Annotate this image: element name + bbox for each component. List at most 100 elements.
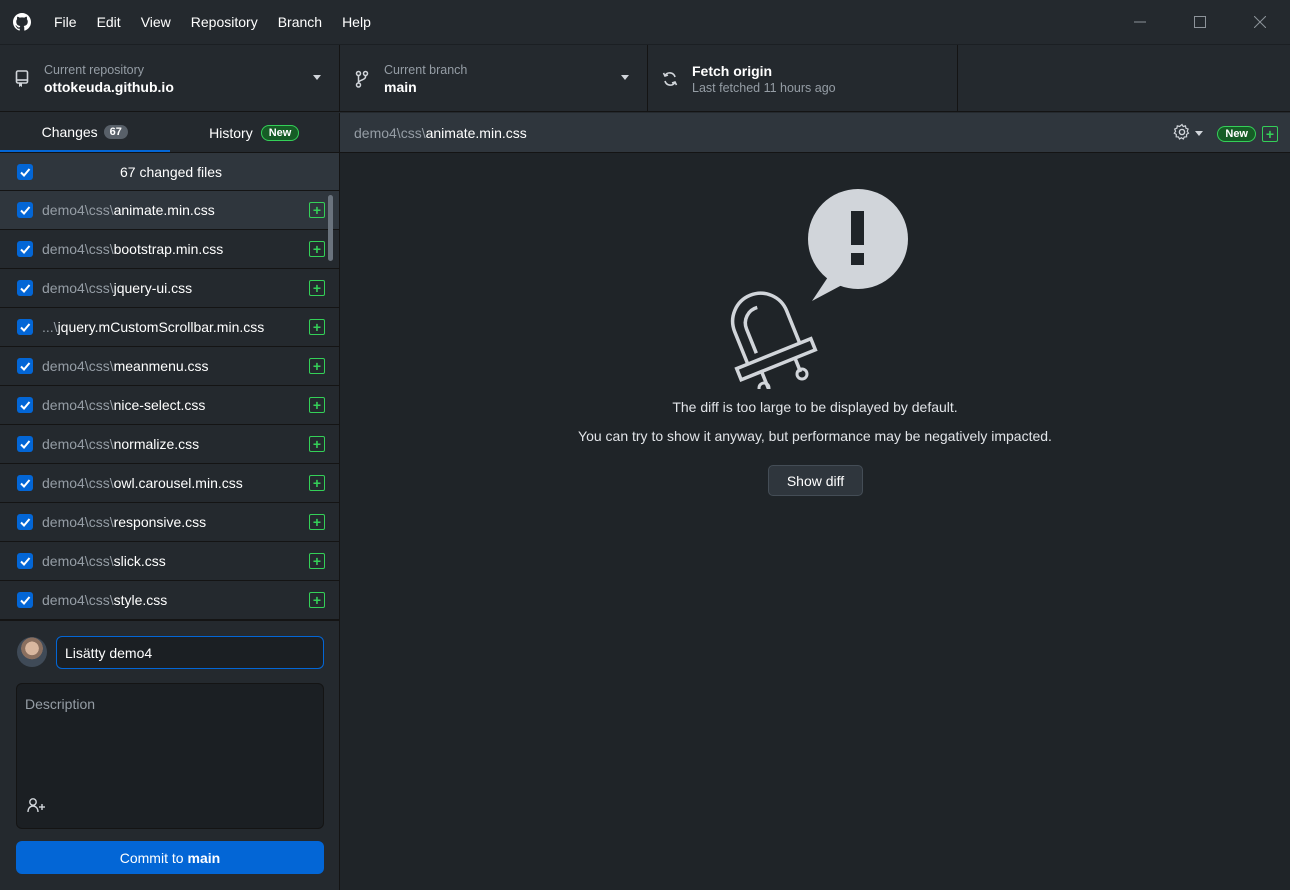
- select-all-row: 67 changed files: [0, 153, 339, 191]
- fetch-origin-button[interactable]: Fetch origin Last fetched 11 hours ago: [648, 45, 958, 112]
- file-row[interactable]: ...\jquery.mCustomScrollbar.min.css +: [0, 308, 339, 347]
- added-file-icon: +: [309, 475, 325, 491]
- checkmark-icon: [20, 167, 31, 177]
- window-controls: [1110, 0, 1290, 44]
- commit-button-branch: main: [187, 849, 221, 866]
- file-dir: ...\: [42, 319, 58, 335]
- file-row[interactable]: demo4\css\slick.css +: [0, 542, 339, 581]
- file-path: demo4\css\normalize.css: [42, 436, 302, 452]
- file-name: meanmenu.css: [113, 358, 209, 374]
- file-list-scrollbar[interactable]: [328, 195, 333, 261]
- file-row[interactable]: demo4\css\owl.carousel.min.css +: [0, 464, 339, 503]
- sidebar-tabs: Changes 67 History New: [0, 113, 339, 153]
- chevron-down-icon: [621, 75, 629, 80]
- sync-icon: [648, 70, 692, 88]
- file-row[interactable]: demo4\css\responsive.css +: [0, 503, 339, 542]
- file-name: animate.min.css: [113, 202, 215, 218]
- menu-file[interactable]: File: [44, 0, 87, 44]
- commit-summary-input[interactable]: [56, 636, 324, 669]
- repo-icon: [0, 69, 44, 88]
- menu-repository[interactable]: Repository: [181, 0, 268, 44]
- file-row[interactable]: demo4\css\meanmenu.css +: [0, 347, 339, 386]
- file-checkbox[interactable]: [17, 397, 33, 413]
- file-name: jquery-ui.css: [113, 280, 193, 296]
- branch-sublabel: Current branch: [384, 62, 468, 77]
- commit-button[interactable]: Commit to main: [16, 841, 324, 874]
- file-name: style.css: [113, 592, 168, 608]
- avatar: [17, 637, 47, 667]
- gear-icon[interactable]: [1173, 123, 1191, 144]
- maximize-button[interactable]: [1170, 0, 1230, 44]
- commit-description-field[interactable]: Description: [16, 683, 324, 829]
- diff-header: demo4\css\animate.min.css New +: [340, 113, 1290, 153]
- checkmark-icon: [20, 362, 31, 371]
- file-dir: demo4\css\: [42, 592, 114, 608]
- fetch-label: Fetch origin: [692, 62, 773, 79]
- file-checkbox[interactable]: [17, 319, 33, 335]
- add-coauthor-icon[interactable]: [27, 797, 47, 816]
- file-dir: demo4\css\: [42, 358, 114, 374]
- file-dir: demo4\css\: [42, 475, 114, 491]
- history-new-badge: New: [260, 124, 300, 141]
- branch-icon: [340, 70, 384, 88]
- file-checkbox[interactable]: [17, 592, 33, 608]
- file-path: demo4\css\responsive.css: [42, 514, 302, 530]
- file-row[interactable]: demo4\css\nice-select.css +: [0, 386, 339, 425]
- chevron-down-icon[interactable]: [1195, 131, 1204, 136]
- menu-view[interactable]: View: [131, 0, 181, 44]
- added-file-icon: +: [309, 280, 325, 296]
- file-row[interactable]: demo4\css\jquery-ui.css +: [0, 269, 339, 308]
- show-diff-button[interactable]: Show diff: [768, 465, 863, 496]
- file-checkbox[interactable]: [17, 202, 33, 218]
- file-row[interactable]: demo4\css\animate.min.css +: [0, 191, 339, 230]
- file-checkbox[interactable]: [17, 280, 33, 296]
- select-all-checkbox[interactable]: [17, 163, 33, 180]
- added-file-icon: +: [309, 241, 325, 257]
- menu-branch[interactable]: Branch: [268, 0, 332, 44]
- diff-too-large-message: The diff is too large to be displayed by…: [672, 399, 958, 415]
- checkmark-icon: [20, 323, 31, 332]
- file-row[interactable]: demo4\css\style.css +: [0, 581, 339, 620]
- added-file-icon: +: [309, 592, 325, 608]
- file-dir: demo4\css\: [42, 436, 114, 452]
- chevron-down-icon: [313, 75, 321, 80]
- file-checkbox[interactable]: [17, 241, 33, 257]
- file-row[interactable]: demo4\css\bootstrap.min.css +: [0, 230, 339, 269]
- added-file-icon: +: [309, 514, 325, 530]
- added-file-icon: +: [309, 202, 325, 218]
- repo-sublabel: Current repository: [44, 62, 145, 77]
- repo-name: ottokeuda.github.io: [44, 78, 174, 95]
- tab-history[interactable]: History New: [170, 113, 340, 152]
- minimize-button[interactable]: [1110, 0, 1170, 44]
- file-path: demo4\css\jquery-ui.css: [42, 280, 302, 296]
- commit-form: Description Commit tomain: [0, 620, 339, 890]
- file-path: demo4\css\slick.css: [42, 553, 302, 569]
- file-row[interactable]: demo4\css\normalize.css +: [0, 425, 339, 464]
- added-file-icon: +: [309, 553, 325, 569]
- file-name: nice-select.css: [113, 397, 206, 413]
- menu-edit[interactable]: Edit: [87, 0, 131, 44]
- file-checkbox[interactable]: [17, 475, 33, 491]
- file-name: jquery.mCustomScrollbar.min.css: [57, 319, 265, 335]
- tab-changes[interactable]: Changes 67: [0, 113, 170, 152]
- checkmark-icon: [20, 284, 31, 293]
- minimize-icon: [1134, 21, 1146, 23]
- menu-help[interactable]: Help: [332, 0, 381, 44]
- file-checkbox[interactable]: [17, 553, 33, 569]
- current-branch-button[interactable]: Current branch main: [340, 45, 648, 112]
- file-dir: demo4\css\: [42, 241, 114, 257]
- added-file-icon: +: [309, 319, 325, 335]
- checkmark-icon: [20, 440, 31, 449]
- maximize-icon: [1194, 16, 1206, 28]
- file-checkbox[interactable]: [17, 514, 33, 530]
- file-checkbox[interactable]: [17, 358, 33, 374]
- description-placeholder: Description: [25, 696, 96, 712]
- changed-files-count: 67 changed files: [120, 163, 222, 180]
- file-path: demo4\css\animate.min.css: [42, 202, 302, 218]
- current-repository-button[interactable]: Current repository ottokeuda.github.io: [0, 45, 340, 112]
- file-dir: demo4\css\: [42, 553, 114, 569]
- file-path: demo4\css\meanmenu.css: [42, 358, 302, 374]
- close-button[interactable]: [1230, 0, 1290, 44]
- file-checkbox[interactable]: [17, 436, 33, 452]
- tab-changes-label: Changes: [41, 123, 98, 140]
